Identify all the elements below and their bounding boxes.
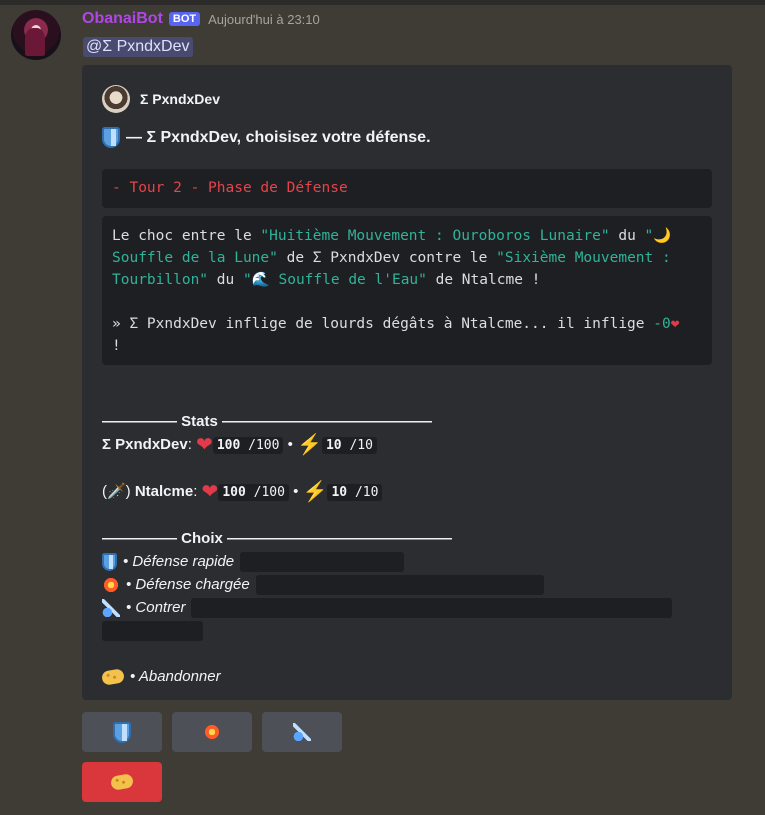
hp-max: /100 — [248, 438, 280, 453]
bandage-icon — [109, 773, 135, 791]
username[interactable]: ObanaiBot — [82, 10, 163, 28]
move-name: "Huitième Mouvement : Ouroboros Lunaire" — [260, 228, 610, 244]
damage-value: -0 — [653, 316, 671, 332]
author-avatar — [102, 85, 130, 113]
choice-label: • Défense rapide — [123, 553, 235, 570]
player1-name: Σ PxndxDev — [102, 436, 188, 453]
rapid-defense-button[interactable] — [82, 712, 162, 752]
timestamp: Aujourd'hui à 23:10 — [208, 11, 320, 27]
quote-mark: " — [242, 272, 252, 288]
crescent-moon-icon: 🌙 — [653, 228, 672, 244]
collision-icon — [203, 723, 221, 741]
embed: Σ PxndxDev — Σ PxndxDev, choisisez votre… — [82, 65, 732, 700]
energy-value: 10 — [331, 485, 348, 500]
hp-code: 100 /100 — [212, 437, 284, 454]
combat-text: de Ntalcme ! — [426, 272, 541, 288]
choice-label: • Abandonner — [130, 668, 221, 685]
shield-icon — [113, 721, 131, 743]
hp-code: 100 /100 — [218, 484, 289, 501]
charged-defense-button[interactable] — [172, 712, 252, 752]
combat-result: » Σ PxndxDev inflige de lourds dégâts à … — [112, 316, 654, 332]
abandon-button[interactable] — [82, 762, 162, 802]
hp-value: 100 — [216, 438, 241, 453]
colon: : — [193, 483, 198, 500]
shield-icon — [102, 552, 117, 571]
bot-tag: BOT — [168, 12, 201, 26]
embed-author: Σ PxndxDev — [102, 85, 220, 113]
player2-name: Ntalcme — [134, 483, 194, 500]
choice-label: • Contrer — [126, 599, 186, 616]
spoiler-wrap-line — [102, 619, 672, 642]
embed-title: — Σ PxndxDev, choisisez votre défense. — [102, 127, 431, 148]
bot-avatar[interactable] — [11, 10, 61, 60]
choice-label: • Défense chargée — [126, 576, 250, 593]
user-mention[interactable]: @Σ PxndxDev — [83, 37, 193, 57]
energy-value: 10 — [325, 438, 342, 453]
spoiler[interactable] — [255, 574, 544, 595]
choice-abandon: • Abandonner — [100, 665, 672, 688]
separator: • — [287, 436, 293, 453]
player2-stats: (🗡️) Ntalcme: ❤ 100 /100 • ⚡ 10 /10 — [102, 480, 672, 504]
stats-section: ————— Stats —————————————— Σ PxndxDev: ❤… — [100, 410, 673, 688]
choice-rapid-defense: • Défense rapide — [102, 550, 672, 573]
lightning-icon: ⚡ — [302, 481, 328, 503]
choice-charged-defense: • Défense chargée — [102, 573, 672, 596]
combat-text: Le choc entre le — [112, 228, 261, 244]
counter-button[interactable] — [262, 712, 342, 752]
quote-mark: " — [644, 228, 654, 244]
breath-name: Souffle de l'Eau" — [269, 272, 427, 288]
stats-header: ————— Stats —————————————— — [102, 413, 433, 430]
wave-icon: 🌊 — [251, 272, 270, 288]
separator: • — [293, 483, 299, 500]
colon: : — [187, 436, 192, 453]
message-header: ObanaiBot BOT Aujourd'hui à 23:10 — [82, 10, 320, 28]
hp-value: 100 — [222, 485, 246, 500]
spoiler[interactable] — [191, 597, 673, 618]
hp-max: /100 — [253, 485, 285, 500]
embed-title-text: — Σ PxndxDev, choisisez votre défense. — [126, 128, 431, 146]
energy-max: /10 — [354, 485, 379, 500]
combat-text: de Σ PxndxDev contre le — [277, 250, 497, 266]
energy-code: 10 /10 — [327, 484, 383, 501]
top-bar — [0, 0, 765, 5]
combat-text: du — [609, 228, 645, 244]
dagger-prefix: (🗡️) — [102, 483, 131, 500]
author-name: Σ PxndxDev — [140, 91, 220, 107]
shield-icon — [102, 127, 120, 148]
lightning-icon: ⚡ — [297, 434, 322, 456]
spoiler[interactable] — [102, 621, 203, 642]
bandage-icon — [100, 667, 126, 686]
phase-codeblock: - Tour 2 - Phase de Défense — [102, 169, 712, 208]
choices-header: ————— Choix ——————————————— — [102, 530, 453, 547]
energy-code: 10 /10 — [321, 437, 377, 454]
combat-codeblock: Le choc entre le "Huitième Mouvement : O… — [102, 216, 712, 365]
comet-icon — [293, 723, 311, 741]
player1-stats: Σ PxndxDev: ❤ 100 /100 • ⚡ 10 /10 — [102, 433, 672, 457]
heart-icon: ❤ — [196, 434, 213, 456]
choice-counter: • Contrer — [102, 596, 673, 619]
spoiler[interactable] — [240, 551, 405, 572]
heart-icon: ❤ — [201, 481, 219, 503]
combat-text: du — [208, 272, 243, 288]
collision-icon — [102, 575, 120, 594]
energy-max: /10 — [349, 438, 373, 453]
comet-icon — [102, 598, 120, 617]
